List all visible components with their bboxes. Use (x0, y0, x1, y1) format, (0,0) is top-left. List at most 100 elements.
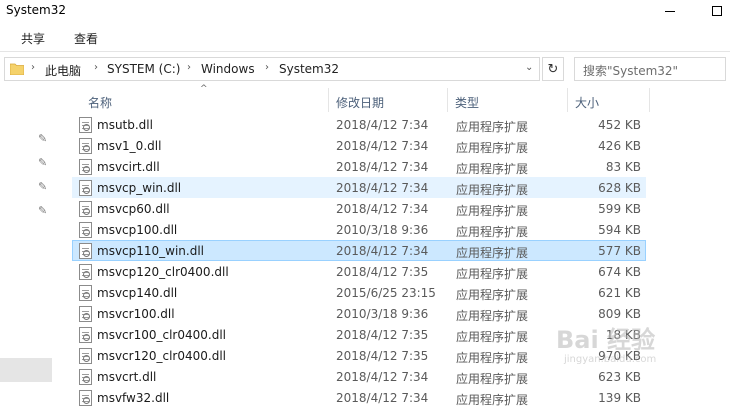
file-modified-date: 2015/6/25 23:15 (336, 286, 436, 300)
column-headers: ^ 名称 修改日期 类型 大小 (62, 84, 730, 114)
maximize-icon (712, 6, 722, 16)
dll-file-icon (79, 390, 92, 406)
dll-file-icon (79, 264, 92, 280)
file-modified-date: 2010/3/18 9:36 (336, 223, 429, 237)
column-header-size[interactable]: 大小 (575, 94, 599, 111)
file-row[interactable]: msvcp140.dll 2015/6/25 23:15 应用程序扩展 621 KB (72, 282, 646, 303)
column-header-type[interactable]: 类型 (455, 94, 479, 111)
dll-file-icon (79, 306, 92, 322)
file-size: 594 KB (598, 223, 641, 237)
file-name: msvcrt.dll (97, 370, 157, 384)
chevron-down-icon[interactable]: ⌄ (525, 62, 533, 73)
file-type: 应用程序扩展 (456, 204, 529, 218)
watermark-logo: Bai 经验 jingyan.baidu.com (540, 320, 720, 380)
file-row[interactable]: msvcp60.dll 2018/4/12 7:34 应用程序扩展 599 KB (72, 198, 646, 219)
file-modified-date: 2010/3/18 9:36 (336, 307, 429, 321)
file-type: 应用程序扩展 (456, 267, 529, 281)
file-row[interactable]: msvcp110_win.dll 2018/4/12 7:34 应用程序扩展 577 … (72, 240, 646, 261)
file-size: 599 KB (598, 202, 641, 216)
dll-file-icon (79, 243, 92, 259)
file-row[interactable]: msutb.dll 2018/4/12 7:34 应用程序扩展 452 KB (72, 114, 646, 135)
file-size: 426 KB (598, 139, 641, 153)
refresh-icon: ↻ (547, 61, 559, 77)
file-size: 139 KB (598, 391, 641, 405)
file-modified-date: 2018/4/12 7:34 (336, 118, 429, 132)
file-name: msutb.dll (97, 118, 153, 132)
file-name: msvcp60.dll (97, 202, 170, 216)
file-type: 应用程序扩展 (456, 330, 529, 344)
dll-file-icon (79, 285, 92, 301)
file-type: 应用程序扩展 (456, 372, 529, 386)
file-name: msvcp_win.dll (97, 181, 182, 195)
file-type: 应用程序扩展 (456, 309, 529, 323)
file-type: 应用程序扩展 (456, 393, 529, 406)
sort-ascending-icon: ^ (200, 84, 208, 94)
breadcrumb-this-pc[interactable]: 此电脑 (45, 62, 81, 79)
dll-file-icon (79, 201, 92, 217)
nav-item-selected[interactable] (0, 358, 52, 382)
window-title: System32 (6, 3, 67, 17)
breadcrumb-system-drive[interactable]: SYSTEM (C:) (107, 62, 180, 76)
file-type: 应用程序扩展 (456, 120, 529, 134)
file-modified-date: 2018/4/12 7:34 (336, 202, 429, 216)
file-name: msvcp120_clr0400.dll (97, 265, 229, 279)
minimize-button[interactable] (655, 0, 685, 22)
breadcrumb-windows[interactable]: Windows (201, 62, 255, 76)
file-name: msvcp100.dll (97, 223, 178, 237)
column-divider[interactable] (328, 88, 329, 112)
breadcrumb-separator[interactable]: › (187, 62, 191, 73)
file-modified-date: 2018/4/12 7:35 (336, 328, 429, 342)
file-size: 83 KB (605, 160, 641, 174)
file-modified-date: 2018/4/12 7:34 (336, 370, 429, 384)
folder-icon (10, 63, 24, 75)
file-size: 674 KB (598, 265, 641, 279)
file-size: 809 KB (598, 307, 641, 321)
column-divider[interactable] (567, 88, 568, 112)
pin-icon[interactable]: ✎ (38, 180, 50, 193)
file-name: msvcr100_clr0400.dll (97, 328, 226, 342)
file-row[interactable]: msv1_0.dll 2018/4/12 7:34 应用程序扩展 426 KB (72, 135, 646, 156)
file-modified-date: 2018/4/12 7:34 (336, 160, 429, 174)
file-modified-date: 2018/4/12 7:34 (336, 139, 429, 153)
address-bar[interactable]: › 此电脑 › SYSTEM (C:) › Windows › System32… (4, 57, 540, 81)
breadcrumb-separator[interactable]: › (265, 62, 269, 73)
column-divider[interactable] (447, 88, 448, 112)
file-modified-date: 2018/4/12 7:34 (336, 244, 429, 258)
file-name: msvcr120_clr0400.dll (97, 349, 226, 363)
pin-icon[interactable]: ✎ (38, 156, 50, 169)
tab-share[interactable]: 共享 (21, 30, 45, 47)
file-row[interactable]: msvfw32.dll 2018/4/12 7:34 应用程序扩展 139 KB (72, 387, 646, 406)
file-name: msvcp110_win.dll (97, 244, 205, 258)
file-size: 621 KB (598, 286, 641, 300)
file-type: 应用程序扩展 (456, 288, 529, 302)
column-divider[interactable] (649, 88, 650, 112)
file-row[interactable]: msvcp_win.dll 2018/4/12 7:34 应用程序扩展 628 KB (72, 177, 646, 198)
file-type: 应用程序扩展 (456, 162, 529, 176)
file-row[interactable]: msvcp120_clr0400.dll 2018/4/12 7:35 应用程序扩展… (72, 261, 646, 282)
file-modified-date: 2018/4/12 7:35 (336, 265, 429, 279)
dll-file-icon (79, 117, 92, 133)
file-type: 应用程序扩展 (456, 183, 529, 197)
pin-icon[interactable]: ✎ (38, 132, 50, 145)
search-placeholder: 搜索"System32" (583, 64, 679, 78)
refresh-button[interactable]: ↻ (542, 57, 564, 81)
file-modified-date: 2018/4/12 7:34 (336, 391, 429, 405)
file-row[interactable]: msvcp100.dll 2010/3/18 9:36 应用程序扩展 594 KB (72, 219, 646, 240)
file-modified-date: 2018/4/12 7:35 (336, 349, 429, 363)
tab-view[interactable]: 查看 (74, 30, 98, 47)
maximize-button[interactable] (702, 0, 730, 22)
pin-icon[interactable]: ✎ (38, 204, 50, 217)
breadcrumb-separator[interactable]: › (94, 62, 98, 73)
file-row[interactable]: msvcirt.dll 2018/4/12 7:34 应用程序扩展 83 KB (72, 156, 646, 177)
dll-file-icon (79, 369, 92, 385)
file-type: 应用程序扩展 (456, 246, 529, 260)
breadcrumb-system32[interactable]: System32 (279, 62, 339, 76)
dll-file-icon (79, 159, 92, 175)
file-name: msvfw32.dll (97, 391, 170, 405)
breadcrumb-separator: › (31, 62, 35, 73)
column-header-date[interactable]: 修改日期 (336, 94, 384, 111)
column-header-name[interactable]: 名称 (88, 94, 112, 111)
file-name: msvcr100.dll (97, 307, 175, 321)
search-input[interactable]: 搜索"System32" (574, 57, 726, 81)
ribbon-tabs: 共享 查看 (0, 24, 730, 52)
